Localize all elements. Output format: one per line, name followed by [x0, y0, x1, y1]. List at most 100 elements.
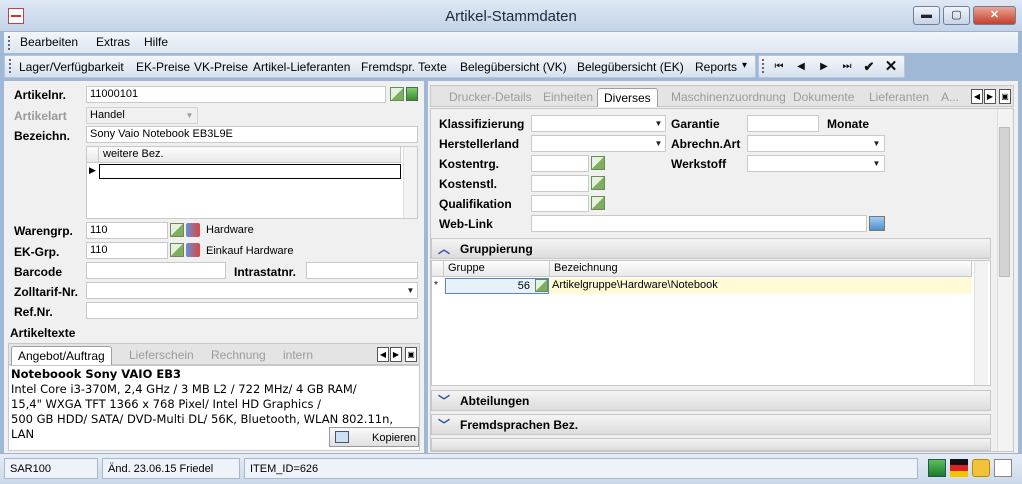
toolbar-beleg-vk[interactable]: Belegübersicht (VK) [460, 60, 567, 74]
fremdsprachen-section-header[interactable]: ﹀ Fremdsprachen Bez. [431, 414, 991, 435]
tab-drucker-details[interactable]: Drucker-Details [443, 88, 538, 107]
last-record-icon[interactable]: ⏭ [837, 58, 857, 76]
scrollbar-thumb[interactable] [999, 127, 1010, 277]
lock-icon[interactable] [972, 459, 990, 477]
status-bar: SAR100 Änd. 23.06.15 Friedel ITEM_ID=626 [0, 453, 1022, 484]
excel-export-icon[interactable] [928, 459, 946, 477]
tab-scroll-left-icon[interactable]: ◀ [377, 347, 389, 362]
klassifizierung-label: Klassifizierung [439, 117, 525, 131]
tab-maschinenzuordnung[interactable]: Maschinenzuordnung [665, 88, 792, 107]
grid-corner [87, 147, 99, 163]
intrastat-field[interactable] [306, 262, 418, 279]
abrechn-label: Abrechn.Art [671, 137, 741, 151]
tab-dokumente[interactable]: Dokumente [787, 88, 860, 107]
weblink-open-icon[interactable] [869, 216, 885, 231]
bezeichnung-field[interactable]: Sony Vaio Notebook EB3L9E [86, 126, 418, 143]
toolbar-artikel-lieferanten[interactable]: Artikel-Lieferanten [253, 60, 350, 74]
toolbar-ek-preise[interactable]: EK-Preise [136, 60, 190, 74]
artikelnr-field[interactable]: 11000101 [86, 86, 386, 103]
gruppierung-scrollbar[interactable] [974, 261, 988, 385]
record-nav-bar: ⏮ ◀ ▶ ⏭ ✔ ✕ [758, 55, 905, 78]
expand-chevron-icon[interactable]: ﹀ [438, 419, 454, 431]
kostenstl-field[interactable] [531, 175, 589, 192]
diverses-scrollbar[interactable] [997, 109, 1011, 451]
tab-einheiten[interactable]: Einheiten [537, 88, 599, 107]
ekgrp-picker-icon[interactable] [170, 243, 184, 257]
tab-lieferanten[interactable]: Lieferanten [863, 88, 935, 107]
ekgrp-goto-icon[interactable] [186, 243, 200, 257]
close-button[interactable]: ✕ [973, 6, 1016, 25]
weblink-field[interactable] [531, 215, 867, 232]
tab-lieferschein[interactable]: Lieferschein [123, 346, 200, 365]
refnr-field[interactable] [86, 302, 418, 319]
menu-extras[interactable]: Extras [96, 35, 130, 49]
col-bezeichnung-header[interactable]: Bezeichnung [550, 261, 972, 277]
menu-hilfe[interactable]: Hilfe [144, 35, 168, 49]
gruppe-cell[interactable]: 56 [445, 278, 549, 294]
toolbar-lager[interactable]: Lager/Verfügbarkeit [19, 60, 124, 74]
language-flag-icon[interactable] [950, 459, 968, 477]
expand-chevron-icon[interactable]: ﹀ [438, 395, 454, 407]
document-icon[interactable] [994, 459, 1012, 477]
next-record-icon[interactable]: ▶ [814, 58, 834, 76]
abrechn-dropdown-icon[interactable]: ▼ [870, 136, 883, 151]
reports-dropdown-icon[interactable]: ▾ [742, 60, 747, 71]
weitere-bez-grid: weitere Bez. ▶ [86, 146, 418, 219]
clipped-section-header[interactable] [431, 438, 991, 451]
qualifikation-field[interactable] [531, 195, 589, 212]
confirm-icon[interactable]: ✔ [859, 58, 879, 76]
tab-rechnung[interactable]: Rechnung [205, 346, 272, 365]
minimize-button[interactable]: ▬ [913, 6, 940, 25]
abteilungen-section-header[interactable]: ﹀ Abteilungen [431, 390, 991, 411]
details-tab-right-icon[interactable]: ▶ [984, 89, 996, 104]
weitere-bez-scrollbar[interactable] [403, 147, 417, 218]
fremdsprachen-title: Fremdsprachen Bez. [460, 418, 579, 432]
artikelnr-book-icon[interactable] [406, 87, 418, 101]
weitere-bez-input[interactable] [99, 164, 401, 179]
warengrp-field[interactable]: 110 [86, 222, 168, 239]
cancel-icon[interactable]: ✕ [881, 58, 901, 76]
zolltarif-dropdown-icon[interactable]: ▼ [404, 283, 417, 298]
tab-scroll-right-icon[interactable]: ▶ [390, 347, 402, 362]
werkstoff-select[interactable] [747, 155, 885, 172]
maximize-button[interactable]: ▢ [943, 6, 970, 25]
kopieren-button[interactable]: Kopieren [329, 427, 419, 447]
toolbar-reports[interactable]: Reports [695, 60, 737, 74]
warengrp-goto-icon[interactable] [186, 223, 200, 237]
ekgrp-field[interactable]: 110 [86, 242, 168, 259]
kostentrg-picker-icon[interactable] [591, 156, 605, 170]
details-tab-list-icon[interactable]: ▣ [999, 89, 1011, 104]
tab-diverses[interactable]: Diverses [597, 88, 658, 107]
first-record-icon[interactable]: ⏮ [769, 58, 789, 76]
artikelnr-picker-icon[interactable] [390, 87, 404, 101]
kostenstl-picker-icon[interactable] [591, 176, 605, 190]
details-tab-left-icon[interactable]: ◀ [971, 89, 983, 104]
prev-record-icon[interactable]: ◀ [791, 58, 811, 76]
tab-intern[interactable]: intern [277, 346, 319, 365]
abrechn-select[interactable] [747, 135, 885, 152]
col-gruppe-header[interactable]: Gruppe [444, 261, 550, 277]
toolbar-vk-preise[interactable]: VK-Preise [194, 60, 248, 74]
intrastat-label: Intrastatnr. [234, 265, 297, 279]
garantie-field[interactable] [747, 115, 819, 132]
gruppierung-section-header[interactable]: ︿ Gruppierung [431, 238, 991, 259]
klassifizierung-dropdown-icon[interactable]: ▼ [652, 116, 665, 131]
menu-bearbeiten[interactable]: Bearbeiten [20, 35, 78, 49]
warengrp-picker-icon[interactable] [170, 223, 184, 237]
barcode-field[interactable] [86, 262, 226, 279]
werkstoff-dropdown-icon[interactable]: ▼ [870, 156, 883, 171]
collapse-chevron-icon[interactable]: ︿ [438, 243, 454, 255]
herstellerland-select[interactable] [531, 135, 666, 152]
gruppe-picker-icon[interactable] [535, 279, 548, 292]
gruppierung-row[interactable]: 56 Artikelgruppe\Hardware\Notebook [444, 278, 972, 294]
zolltarif-field[interactable] [86, 282, 418, 299]
tab-more[interactable]: A... [935, 88, 965, 107]
tab-list-icon[interactable]: ▣ [405, 347, 417, 362]
klassifizierung-select[interactable] [531, 115, 666, 132]
kostentrg-field[interactable] [531, 155, 589, 172]
herstellerland-dropdown-icon[interactable]: ▼ [652, 136, 665, 151]
qualifikation-picker-icon[interactable] [591, 196, 605, 210]
tab-angebot-auftrag[interactable]: Angebot/Auftrag [11, 346, 112, 365]
toolbar-fremdspr-texte[interactable]: Fremdspr. Texte [361, 60, 447, 74]
toolbar-beleg-ek[interactable]: Belegübersicht (EK) [577, 60, 684, 74]
